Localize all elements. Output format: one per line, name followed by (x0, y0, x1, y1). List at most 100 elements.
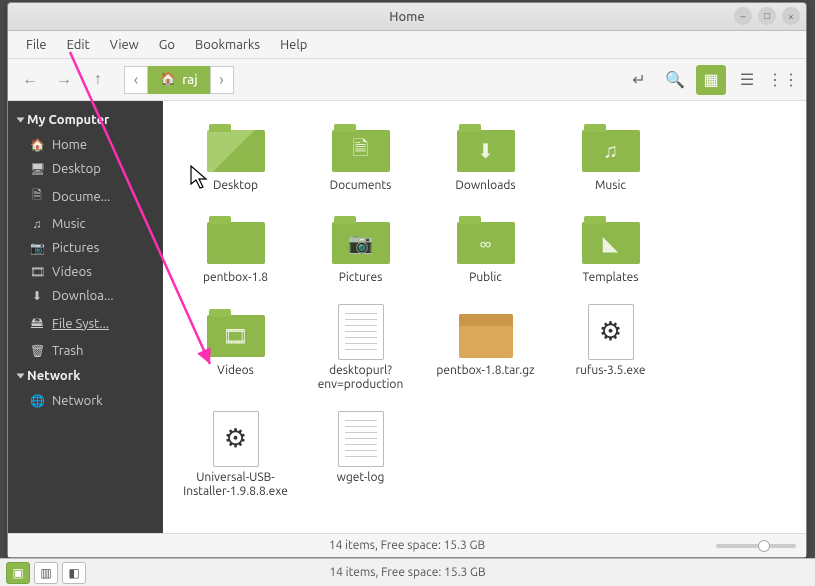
taskbar-workspaces-button[interactable]: ▥ (34, 562, 58, 584)
file-item[interactable]: ⚙ Universal-USB-Installer-1.9.8.8.exe (173, 407, 298, 504)
file-label: wget-log (337, 471, 385, 485)
folder-icon: ◣ (580, 211, 642, 267)
menu-view[interactable]: View (100, 34, 149, 56)
sidebar-item-label: Videos (52, 265, 92, 279)
taskbar-app-button[interactable]: ◧ (62, 562, 86, 584)
executable-icon: ⚙ (580, 304, 642, 360)
sidebar: My Computer 🏠 Home 🖥Desktop🗎Docume... ♫ Music… (8, 101, 163, 533)
path-next-button[interactable]: › (210, 66, 234, 94)
sidebar-item-network[interactable]: 🌐 Network (8, 389, 163, 413)
sidebar-item-trash[interactable]: 🗑Trash (8, 339, 163, 363)
file-label: Videos (217, 364, 254, 378)
menu-bookmarks[interactable]: Bookmarks (185, 34, 270, 56)
folder-icon (205, 119, 267, 175)
menu-edit[interactable]: Edit (57, 34, 100, 56)
sidebar-item-label: Network (52, 394, 103, 408)
up-button[interactable]: ↑ (84, 66, 112, 94)
download-icon: ⬇ (30, 289, 44, 303)
document-icon (330, 411, 392, 467)
file-label: Public (469, 271, 502, 285)
icon-view-button[interactable]: ▦ (696, 65, 726, 95)
zoom-thumb[interactable] (758, 540, 770, 552)
file-item[interactable]: ♫Music (548, 115, 673, 197)
folder-icon: 📷 (330, 211, 392, 267)
sidebar-item-label: Home (52, 138, 87, 152)
sidebar-item-desktop[interactable]: 🖥Desktop (8, 157, 163, 181)
file-item[interactable]: ⚙ rufus-3.5.exe (548, 300, 673, 397)
zoom-slider[interactable] (716, 544, 796, 548)
sidebar-item-pictures[interactable]: 📷 Pictures (8, 236, 163, 260)
file-item[interactable]: pentbox-1.8.tar.gz (423, 300, 548, 397)
file-label: pentbox-1.8.tar.gz (436, 364, 534, 378)
network-icon: 🌐 (30, 394, 44, 408)
folder-icon (205, 211, 267, 267)
folder-icon: ⬇ (455, 119, 517, 175)
menubar: File Edit View Go Bookmarks Help (8, 31, 806, 59)
sidebar-header[interactable]: Network (8, 363, 163, 389)
file-item[interactable]: ◣Templates (548, 207, 673, 289)
menu-go[interactable]: Go (149, 34, 185, 56)
close-button[interactable]: × (782, 7, 800, 25)
pathbar: ‹ 🏠 raj › (124, 66, 234, 94)
file-grid[interactable]: Desktop 🗎 Documents ⬇Downloads♫Music pentbox… (163, 101, 806, 533)
compact-view-button[interactable]: ⋮⋮ (768, 65, 798, 95)
back-button[interactable]: ← (16, 66, 44, 94)
executable-icon: ⚙ (205, 411, 267, 467)
titlebar[interactable]: Home – □ × (8, 3, 806, 31)
file-item[interactable]: 📷 Pictures (298, 207, 423, 289)
sidebar-item-label: Docume... (52, 190, 110, 204)
disk-icon: 🖴 (30, 313, 44, 334)
file-item[interactable]: wget-log (298, 407, 423, 504)
path-prev-button[interactable]: ‹ (124, 66, 148, 94)
sidebar-item-label: Trash (52, 344, 83, 358)
file-item[interactable]: ⬇Downloads (423, 115, 548, 197)
taskbar: ▣ ▥ ◧ 14 items, Free space: 15.3 GB (0, 558, 815, 586)
file-item[interactable]: Desktop (173, 115, 298, 197)
sidebar-item-file-syst-[interactable]: 🖴File Syst... (8, 308, 163, 339)
toggle-location-button[interactable]: ↵ (624, 65, 654, 95)
toolbar-right: ↵ 🔍 ▦ ☰ ⋮⋮ (624, 65, 798, 95)
sidebar-item-music[interactable]: ♫ Music (8, 212, 163, 236)
search-button[interactable]: 🔍 (660, 65, 690, 95)
sidebar-item-docume-[interactable]: 🗎Docume... (8, 181, 163, 212)
chevron-down-icon (17, 374, 25, 379)
file-label: Documents (330, 179, 392, 193)
sidebar-item-label: Pictures (52, 241, 99, 255)
menu-file[interactable]: File (16, 34, 57, 56)
file-item[interactable]: ∞Public (423, 207, 548, 289)
sidebar-item-label: Desktop (52, 162, 101, 176)
music-icon: ♫ (30, 217, 44, 231)
file-item[interactable]: 🗎 Documents (298, 115, 423, 197)
forward-button[interactable]: → (50, 66, 78, 94)
file-label: Pictures (339, 271, 383, 285)
menu-help[interactable]: Help (270, 34, 317, 56)
statusbar: 14 items, Free space: 15.3 GB (8, 533, 806, 557)
file-label: rufus-3.5.exe (575, 364, 645, 378)
chevron-down-icon (17, 118, 25, 123)
sidebar-item-home[interactable]: 🏠 Home (8, 133, 163, 157)
path-segment-home[interactable]: 🏠 raj (148, 66, 210, 94)
sidebar-item-label: Music (52, 217, 86, 231)
pictures-icon: 📷 (30, 241, 44, 255)
path-user-label: raj (182, 73, 197, 87)
document-icon (330, 304, 392, 360)
window-title: Home (389, 10, 424, 24)
sidebar-item-downloa-[interactable]: ⬇Downloa... (8, 284, 163, 308)
sidebar-header[interactable]: My Computer (8, 107, 163, 133)
list-view-button[interactable]: ☰ (732, 65, 762, 95)
home-icon: 🏠 (30, 138, 44, 152)
file-item[interactable]: 🎞 Videos (173, 300, 298, 397)
folder-icon: 🎞 (205, 304, 267, 360)
file-label: Desktop (213, 179, 258, 193)
sidebar-item-videos[interactable]: 🎞Videos (8, 260, 163, 284)
folder-icon: 🗎 (330, 119, 392, 175)
body: My Computer🏠Home🖥Desktop🗎Docume...♫Music… (8, 101, 806, 533)
taskbar-files-button[interactable]: ▣ (6, 562, 30, 584)
minimize-button[interactable]: – (734, 7, 752, 25)
folder-icon: ♫ (580, 119, 642, 175)
maximize-button[interactable]: □ (758, 7, 776, 25)
file-item[interactable]: desktopurl?env=production (298, 300, 423, 397)
file-label: pentbox-1.8 (203, 271, 268, 285)
file-label: Universal-USB-Installer-1.9.8.8.exe (177, 471, 294, 500)
file-item[interactable]: pentbox-1.8 (173, 207, 298, 289)
